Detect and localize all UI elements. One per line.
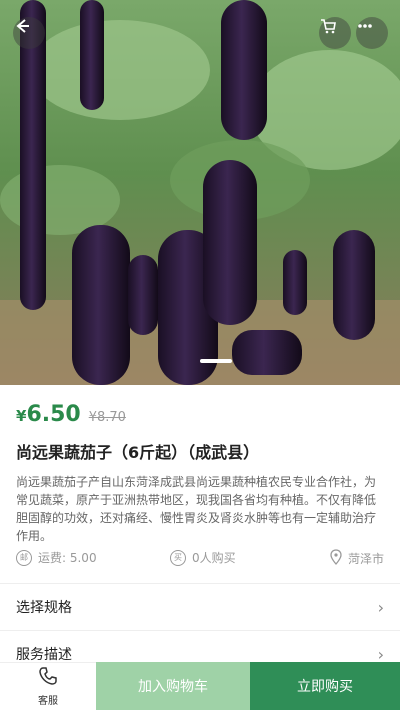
location-text: 菏泽市 [347,552,384,566]
phone-icon [38,666,58,690]
more-button[interactable] [356,17,388,49]
product-image-carousel[interactable] [0,0,400,385]
buy-now-button[interactable]: 立即购买 [250,662,400,710]
customer-service-button[interactable]: 客服 [0,662,96,710]
back-button[interactable] [13,17,45,49]
shipping-info: 邮 运费: 5.00 [16,549,97,566]
bottom-action-bar: 客服 加入购物车 立即购买 [0,662,400,710]
buyers-text: 0人购买 [192,551,236,565]
select-spec-label: 选择规格 [16,600,72,616]
price-currency: ¥ [16,407,27,425]
eggplant-photo [0,0,400,385]
price-row: ¥ 6.50 ¥8.70 [16,402,126,427]
product-meta-row: 邮 运费: 5.00 买 0人购买 菏泽市 [0,545,400,573]
chevron-right-icon: › [377,644,384,664]
shipping-text: 运费: 5.00 [38,551,97,565]
select-spec-row[interactable]: 选择规格 › [0,584,400,630]
cart-button[interactable] [319,17,351,49]
customer-service-label: 客服 [38,696,58,707]
add-to-cart-button[interactable]: 加入购物车 [96,662,250,710]
product-description: 尚远果蔬茄子产自山东菏泽成武县尚远果蔬种植农民专业合作社，为常见蔬菜，原产于亚洲… [16,475,377,543]
location-info: 菏泽市 [330,549,384,568]
price-original: ¥8.70 [88,410,126,425]
location-pin-icon [330,549,342,568]
service-description-label: 服务描述 [16,647,72,663]
chevron-right-icon: › [377,597,384,617]
buyers-icon: 买 [170,549,186,566]
carousel-indicator [200,359,232,363]
buyers-info: 买 0人购买 [170,549,236,566]
price-current: 6.50 [26,402,81,427]
shipping-icon: 邮 [16,549,32,566]
product-title: 尚远果蔬茄子（6斤起）（成武县） [16,443,260,462]
